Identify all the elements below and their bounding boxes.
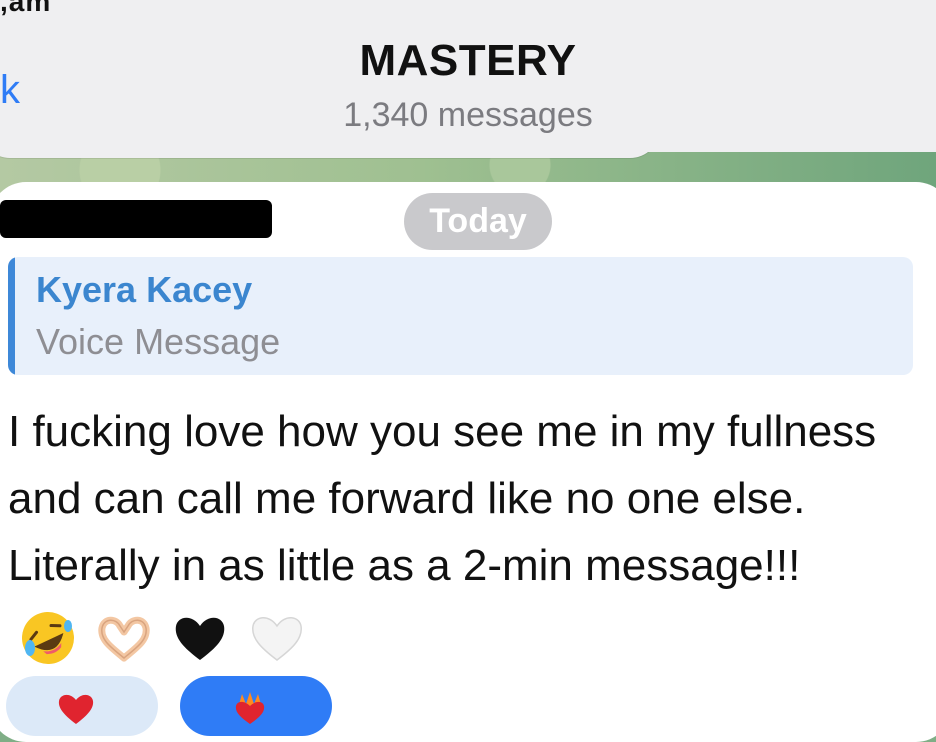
date-divider: Today bbox=[404, 193, 552, 250]
chat-member-count: 1,340 messages bbox=[343, 96, 593, 134]
reply-quote[interactable]: Kyera Kacey Voice Message bbox=[8, 257, 913, 375]
status-bar-fragment: ,am bbox=[0, 0, 52, 17]
reaction-heart-on-fire-button[interactable] bbox=[180, 676, 332, 736]
rolling-on-floor-laughing-icon bbox=[22, 612, 74, 665]
heart-on-fire-icon bbox=[235, 692, 265, 724]
sender-name-redacted bbox=[0, 200, 272, 238]
reply-accent-bar bbox=[8, 257, 15, 375]
reply-author: Kyera Kacey bbox=[36, 269, 253, 310]
heart-hands-icon bbox=[98, 617, 150, 662]
emoji-row bbox=[18, 602, 311, 669]
red-heart-icon bbox=[58, 694, 94, 724]
black-heart-icon bbox=[176, 617, 225, 661]
chat-title[interactable]: MASTERY bbox=[0, 36, 936, 86]
message-text: I fucking love how you see me in my full… bbox=[8, 407, 877, 590]
reaction-heart-button[interactable] bbox=[6, 676, 158, 736]
message-body: I fucking love how you see me in my full… bbox=[8, 398, 918, 669]
reply-snippet: Voice Message bbox=[36, 321, 281, 362]
white-heart-icon bbox=[251, 617, 302, 662]
